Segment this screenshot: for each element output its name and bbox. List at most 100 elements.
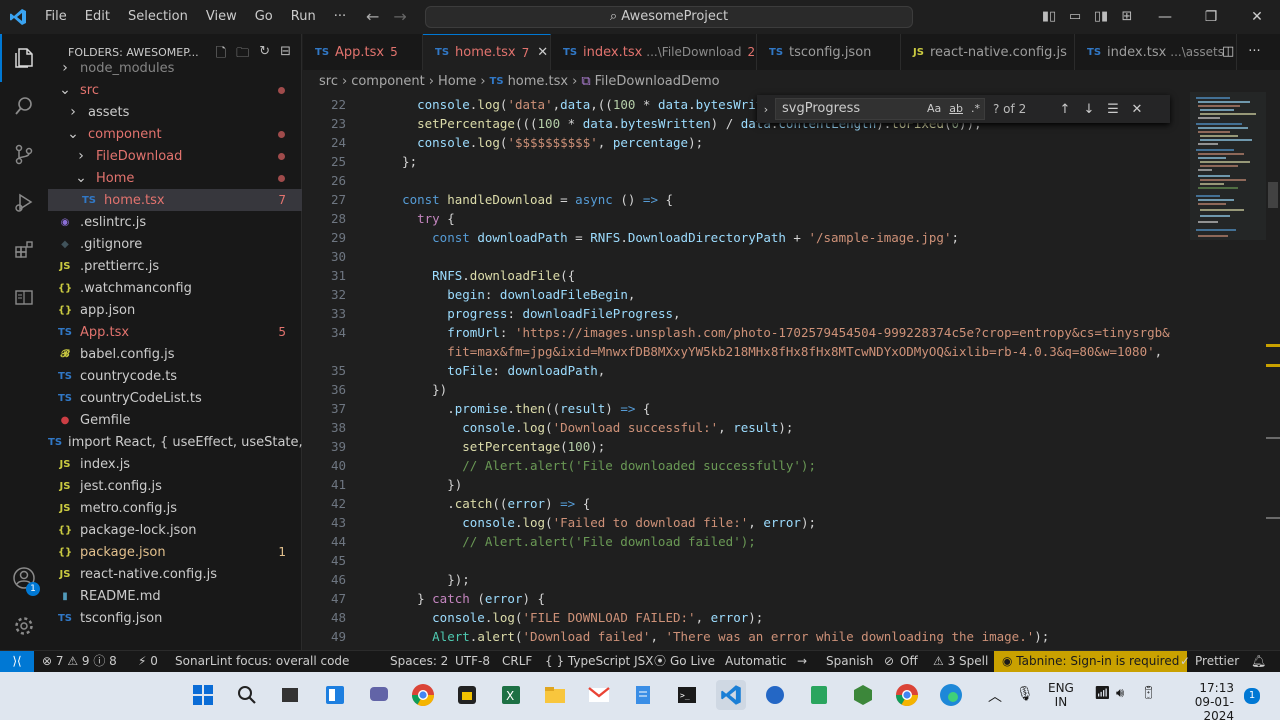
file-tree-item[interactable]: TS App.tsx 5 bbox=[48, 321, 302, 343]
search-icon[interactable] bbox=[232, 680, 262, 710]
menu-go[interactable]: Go bbox=[246, 0, 282, 34]
customize-layout-icon[interactable]: ⊞ bbox=[1118, 0, 1136, 34]
show-hidden-icons-chevron-up-icon[interactable]: ︿ bbox=[988, 686, 1002, 706]
breadcrumb-symbol[interactable]: FileDownloadDemo bbox=[595, 74, 720, 89]
restore-button[interactable]: ❐ bbox=[1188, 0, 1234, 34]
find-in-selection-icon[interactable]: ☰ bbox=[1101, 102, 1125, 117]
match-word-toggle[interactable]: ab bbox=[949, 99, 963, 119]
sonarlint-focus[interactable]: SonarLint focus: overall code bbox=[175, 651, 349, 672]
chrome-icon[interactable] bbox=[892, 680, 922, 710]
breadcrumb-src[interactable]: src bbox=[319, 74, 338, 89]
language-mode[interactable]: { } TypeScript JSX bbox=[545, 651, 653, 672]
command-center-search[interactable]: ⌕ AwesomeProject bbox=[425, 6, 913, 28]
indentation[interactable]: Spaces: 2 bbox=[390, 651, 448, 672]
clock[interactable]: 17:13 09-01-2024 bbox=[1170, 681, 1234, 720]
widgets-icon[interactable] bbox=[320, 680, 350, 710]
volume-icon[interactable]: 🔊︎ bbox=[1116, 686, 1124, 701]
menu-file[interactable]: File bbox=[36, 0, 76, 34]
close-window-button[interactable]: ✕ bbox=[1234, 0, 1280, 34]
file-tree-item[interactable]: ● Gemfile bbox=[48, 409, 302, 431]
file-tree-item[interactable]: ▮ README.md bbox=[48, 585, 302, 607]
accounts-icon[interactable]: 1 bbox=[0, 554, 48, 602]
file-tree-item[interactable]: JS react-native.config.js bbox=[48, 563, 302, 585]
forward-arrow-icon[interactable]: → bbox=[393, 0, 406, 34]
editor-tab[interactable]: JS react-native.config.js bbox=[901, 34, 1075, 70]
close-tab-icon[interactable]: ✕ bbox=[537, 45, 548, 60]
gmail-icon[interactable] bbox=[584, 680, 614, 710]
file-tree-item[interactable]: JS jest.config.js bbox=[48, 475, 302, 497]
editor-tab[interactable]: TS tsconfig.json bbox=[757, 34, 901, 70]
toggle-replace-icon[interactable]: › bbox=[757, 103, 775, 116]
more-actions-icon[interactable]: ··· bbox=[1248, 44, 1260, 59]
file-tree-item[interactable]: TS countryCodeList.ts bbox=[48, 387, 302, 409]
app-icon[interactable] bbox=[452, 680, 482, 710]
extensions-icon[interactable] bbox=[0, 226, 48, 274]
end-of-line[interactable]: CRLF bbox=[502, 651, 532, 672]
vscode-taskbar-icon[interactable] bbox=[716, 680, 746, 710]
file-tree-item[interactable]: 𝓑babel.config.js bbox=[48, 343, 302, 365]
file-tree-item[interactable]: JS metro.config.js bbox=[48, 497, 302, 519]
file-explorer-icon[interactable] bbox=[540, 680, 570, 710]
nodejs-icon[interactable] bbox=[848, 680, 878, 710]
explorer-icon[interactable] bbox=[0, 34, 48, 82]
find-input[interactable]: svgProgress Aa ab .* bbox=[775, 98, 985, 120]
off-toggle[interactable]: Off bbox=[900, 651, 918, 672]
microphone-icon[interactable]: 🎙︎ bbox=[1016, 686, 1034, 702]
go-live[interactable]: Go Live bbox=[670, 651, 715, 672]
menu-more[interactable]: ··· bbox=[325, 0, 355, 34]
spell-check[interactable]: ⚠ 3 Spell bbox=[933, 651, 988, 672]
notifications-bell-icon[interactable]: 🔔︎ bbox=[1251, 651, 1266, 672]
file-tree-item[interactable]: {} app.json bbox=[48, 299, 302, 321]
spell-language[interactable]: Spanish bbox=[826, 651, 873, 672]
breadcrumb-home[interactable]: Home bbox=[438, 74, 476, 89]
file-tree-item[interactable]: {} package.json 1 bbox=[48, 541, 302, 563]
file-tree-item[interactable]: ◉ .eslintrc.js bbox=[48, 211, 302, 233]
editor-tab[interactable]: TS home.tsx 7 ✕ bbox=[423, 34, 551, 70]
input-language[interactable]: ENG IN bbox=[1048, 681, 1074, 709]
file-tree-item[interactable]: TS tsconfig.json bbox=[48, 607, 302, 629]
file-tree-item[interactable]: {} .watchmanconfig bbox=[48, 277, 302, 299]
minimap[interactable] bbox=[1190, 92, 1266, 650]
editor-tab[interactable]: TS App.tsx 5 bbox=[303, 34, 423, 70]
tabnine-status[interactable]: ◉ Tabnine: Sign-in is required bbox=[994, 651, 1188, 672]
ports-indicator[interactable]: ⚡ 0 bbox=[138, 651, 158, 672]
back-arrow-icon[interactable]: ← bbox=[366, 0, 379, 34]
battery-icon[interactable]: 🔋︎ bbox=[1140, 686, 1157, 701]
source-control-icon[interactable] bbox=[0, 130, 48, 178]
chrome-icon[interactable] bbox=[408, 680, 438, 710]
toggle-sidebar-icon[interactable]: ▮▯ bbox=[1040, 0, 1058, 34]
file-tree-item[interactable]: TS home.tsx 7 bbox=[48, 189, 302, 211]
toggle-secondary-sidebar-icon[interactable]: ▯▮ bbox=[1092, 0, 1110, 34]
menu-view[interactable]: View bbox=[197, 0, 246, 34]
menu-run[interactable]: Run bbox=[282, 0, 325, 34]
toggle-panel-icon[interactable]: ▭ bbox=[1066, 0, 1084, 34]
match-case-toggle[interactable]: Aa bbox=[927, 99, 941, 119]
file-tree-item[interactable]: › node_modules bbox=[48, 57, 302, 79]
windows-start-icon[interactable] bbox=[188, 680, 218, 710]
breadcrumb-component[interactable]: component bbox=[351, 74, 425, 89]
file-tree-item[interactable]: ⌄ Home bbox=[48, 167, 302, 189]
edge-icon[interactable] bbox=[936, 680, 966, 710]
app-icon[interactable] bbox=[760, 680, 790, 710]
remote-explorer-icon[interactable] bbox=[0, 274, 48, 322]
excel-icon[interactable]: X bbox=[496, 680, 526, 710]
wifi-icon[interactable]: 📶︎ bbox=[1094, 686, 1111, 701]
previous-match-arrow-up-icon[interactable]: ↑ bbox=[1053, 102, 1077, 117]
notepad-icon[interactable] bbox=[628, 680, 658, 710]
vertical-scrollbar[interactable] bbox=[1266, 92, 1280, 650]
file-tree-item[interactable]: TS import React, { useEffect, useState,us… bbox=[48, 431, 330, 453]
regex-toggle[interactable]: .* bbox=[971, 99, 980, 119]
file-tree-item[interactable]: ◆ .gitignore bbox=[48, 233, 302, 255]
app-icon[interactable] bbox=[804, 680, 834, 710]
next-match-arrow-down-icon[interactable]: ↓ bbox=[1077, 102, 1101, 117]
minimize-button[interactable]: — bbox=[1142, 0, 1188, 34]
task-view-icon[interactable] bbox=[275, 680, 305, 710]
editor-tab[interactable]: TS index.tsx ...\assets bbox=[1075, 34, 1237, 70]
file-tree-item[interactable]: › assets bbox=[48, 101, 302, 123]
file-tree-item[interactable]: ⌄ src bbox=[48, 79, 302, 101]
prettier-status[interactable]: Prettier bbox=[1195, 651, 1239, 672]
problems-indicator[interactable]: ⊗ 7 ⚠ 9 ⓘ 8 bbox=[42, 651, 117, 672]
split-editor-icon[interactable]: ◫ bbox=[1222, 44, 1234, 59]
file-tree-item[interactable]: ⌄ component bbox=[48, 123, 302, 145]
notification-badge[interactable]: 1 bbox=[1244, 688, 1260, 704]
